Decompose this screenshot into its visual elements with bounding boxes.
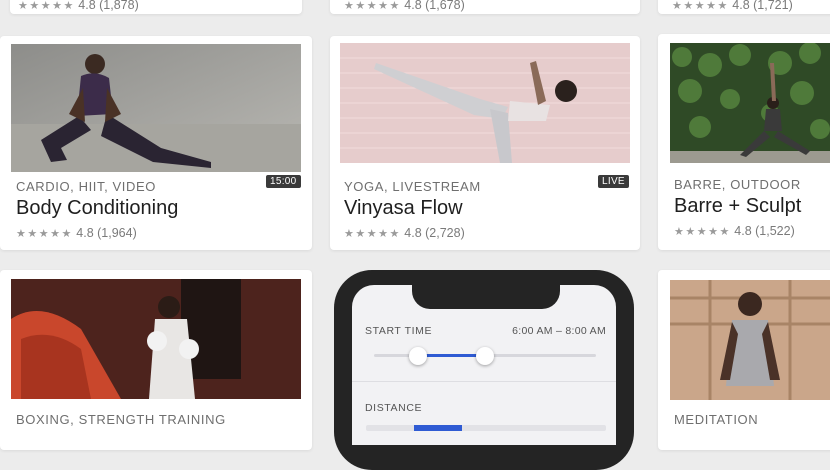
rating-value: 4.8 (1,721) <box>732 0 793 12</box>
class-categories: YOGA, LIVESTREAM <box>344 179 481 194</box>
class-categories: CARDIO, HIIT, VIDEO <box>16 179 156 194</box>
class-categories: MEDITATION <box>674 412 759 427</box>
class-card-barre-sculpt[interactable]: BARRE, OUTDOOR Barre + Sculpt ★★★★★ 4.8 … <box>658 34 830 250</box>
rating: ★★★★★ 4.8 (1,721) <box>672 0 793 12</box>
rating: ★★★★★ 4.8 (1,878) <box>18 0 139 12</box>
rating: ★★★★★ 4.8 (2,728) <box>344 226 465 240</box>
class-categories: BARRE, OUTDOOR <box>674 177 801 192</box>
class-card-meditation[interactable]: MEDITATION <box>658 270 830 450</box>
rating: ★★★★★ 4.8 (1,522) <box>674 224 795 238</box>
class-card-vinyasa-flow[interactable]: YOGA, LIVESTREAM LIVE Vinyasa Flow ★★★★★… <box>330 36 640 250</box>
star-icons: ★★★★★ <box>344 228 401 240</box>
divider <box>352 381 616 382</box>
rating-value: 4.8 (1,878) <box>78 0 139 12</box>
class-categories: BOXING, STRENGTH TRAINING <box>16 412 226 427</box>
start-time-handle-min[interactable] <box>409 347 428 365</box>
start-time-handle-max[interactable] <box>476 347 494 365</box>
class-card-body-conditioning[interactable]: CARDIO, HIIT, VIDEO 15:00 Body Condition… <box>0 36 312 250</box>
start-time-slider-fill <box>418 354 485 357</box>
rating-value: 4.8 (1,522) <box>734 224 795 238</box>
class-title: Body Conditioning <box>16 197 179 219</box>
phone-notch <box>412 279 560 309</box>
class-title: Barre + Sculpt <box>674 195 802 217</box>
rating: ★★★★★ 4.8 (1,678) <box>344 0 465 12</box>
card-top-right[interactable]: ★★★★★ 4.8 (1,721) <box>658 0 830 14</box>
rating: ★★★★★ 4.8 (1,964) <box>16 226 137 240</box>
distance-label: DISTANCE <box>365 402 423 414</box>
card-top-left[interactable]: ★★★★★ 4.8 (1,878) <box>10 0 302 14</box>
rating-value: 4.8 (2,728) <box>404 226 465 240</box>
start-time-label: START TIME <box>365 325 433 337</box>
class-thumbnail <box>670 280 830 400</box>
rating-value: 4.8 (1,964) <box>76 226 137 240</box>
class-card-boxing[interactable]: BOXING, STRENGTH TRAINING <box>0 270 312 450</box>
class-title: Vinyasa Flow <box>344 197 463 219</box>
star-icons: ★★★★★ <box>18 0 75 12</box>
distance-slider-fill <box>414 425 462 431</box>
star-icons: ★★★★★ <box>674 226 731 238</box>
card-top-middle[interactable]: ★★★★★ 4.8 (1,678) <box>330 0 640 14</box>
star-icons: ★★★★★ <box>344 0 401 12</box>
live-badge: LIVE <box>598 175 629 188</box>
class-thumbnail <box>11 279 301 399</box>
start-time-value: 6:00 AM – 8:00 AM <box>512 325 606 337</box>
rating-value: 4.8 (1,678) <box>404 0 465 12</box>
star-icons: ★★★★★ <box>16 228 73 240</box>
star-icons: ★★★★★ <box>672 0 729 12</box>
class-thumbnail <box>670 43 830 163</box>
class-thumbnail <box>340 43 630 163</box>
duration-badge: 15:00 <box>266 175 301 188</box>
class-thumbnail <box>11 44 301 172</box>
phone-screen: START TIME 6:00 AM – 8:00 AM DISTANCE <box>352 285 616 445</box>
distance-slider[interactable] <box>366 425 606 431</box>
